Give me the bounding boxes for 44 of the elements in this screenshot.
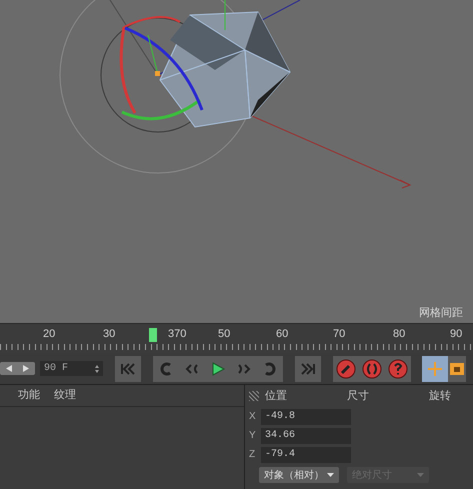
frame-arrows-button[interactable] xyxy=(0,362,35,375)
coordinate-field[interactable]: -79.4 xyxy=(261,446,351,462)
caret-icon xyxy=(327,473,334,477)
frame-number: 70 xyxy=(333,327,346,342)
frame-number: 20 xyxy=(43,327,56,342)
move-icon xyxy=(427,362,443,376)
column-header: 旋转 xyxy=(429,388,451,404)
coordinate-field[interactable]: 34.66 xyxy=(261,428,351,444)
loop-icon xyxy=(262,362,278,376)
first-frame-button[interactable] xyxy=(115,356,141,382)
spinner-icon xyxy=(95,364,99,372)
axis-label: Z xyxy=(249,448,256,462)
step-forward-icon xyxy=(236,362,252,376)
frame-number: 370 xyxy=(168,327,186,342)
frame-number: 50 xyxy=(218,327,230,342)
menu-item[interactable]: 功能 xyxy=(18,387,40,404)
grip-icon xyxy=(249,391,259,401)
frame-number: 80 xyxy=(393,327,406,342)
frame-number: 30 xyxy=(103,327,116,342)
left-arrow-icon xyxy=(6,365,12,372)
column-header: 尺寸 xyxy=(347,388,369,404)
caret-icon xyxy=(417,473,424,477)
frame-field[interactable]: 90 F xyxy=(40,361,103,376)
play-icon xyxy=(210,362,226,376)
column-header: 位置 xyxy=(265,388,287,404)
menu-item[interactable]: 纹理 xyxy=(54,387,76,404)
coordinate-field[interactable]: -49.8 xyxy=(261,408,351,424)
loop-icon xyxy=(158,362,174,376)
step-back-icon xyxy=(184,362,200,376)
axis-label: Y xyxy=(249,429,257,443)
mode-dropdown[interactable]: 对象（相对） xyxy=(259,467,339,483)
right-arrow-icon xyxy=(23,365,30,372)
playhead-marker[interactable] xyxy=(149,328,158,342)
brackets-icon xyxy=(362,358,382,378)
frame-number: 60 xyxy=(276,327,288,342)
scale-icon xyxy=(449,362,465,376)
grid-spacing-label: 网格间距 xyxy=(419,306,463,321)
axis-label: X xyxy=(249,410,257,424)
frame-number: 90 xyxy=(450,327,462,342)
scale-tool-button[interactable] xyxy=(448,356,466,382)
skip-start-icon xyxy=(120,362,136,376)
question-icon xyxy=(388,358,408,378)
skip-end-icon xyxy=(300,362,316,376)
last-frame-button[interactable] xyxy=(295,356,321,382)
